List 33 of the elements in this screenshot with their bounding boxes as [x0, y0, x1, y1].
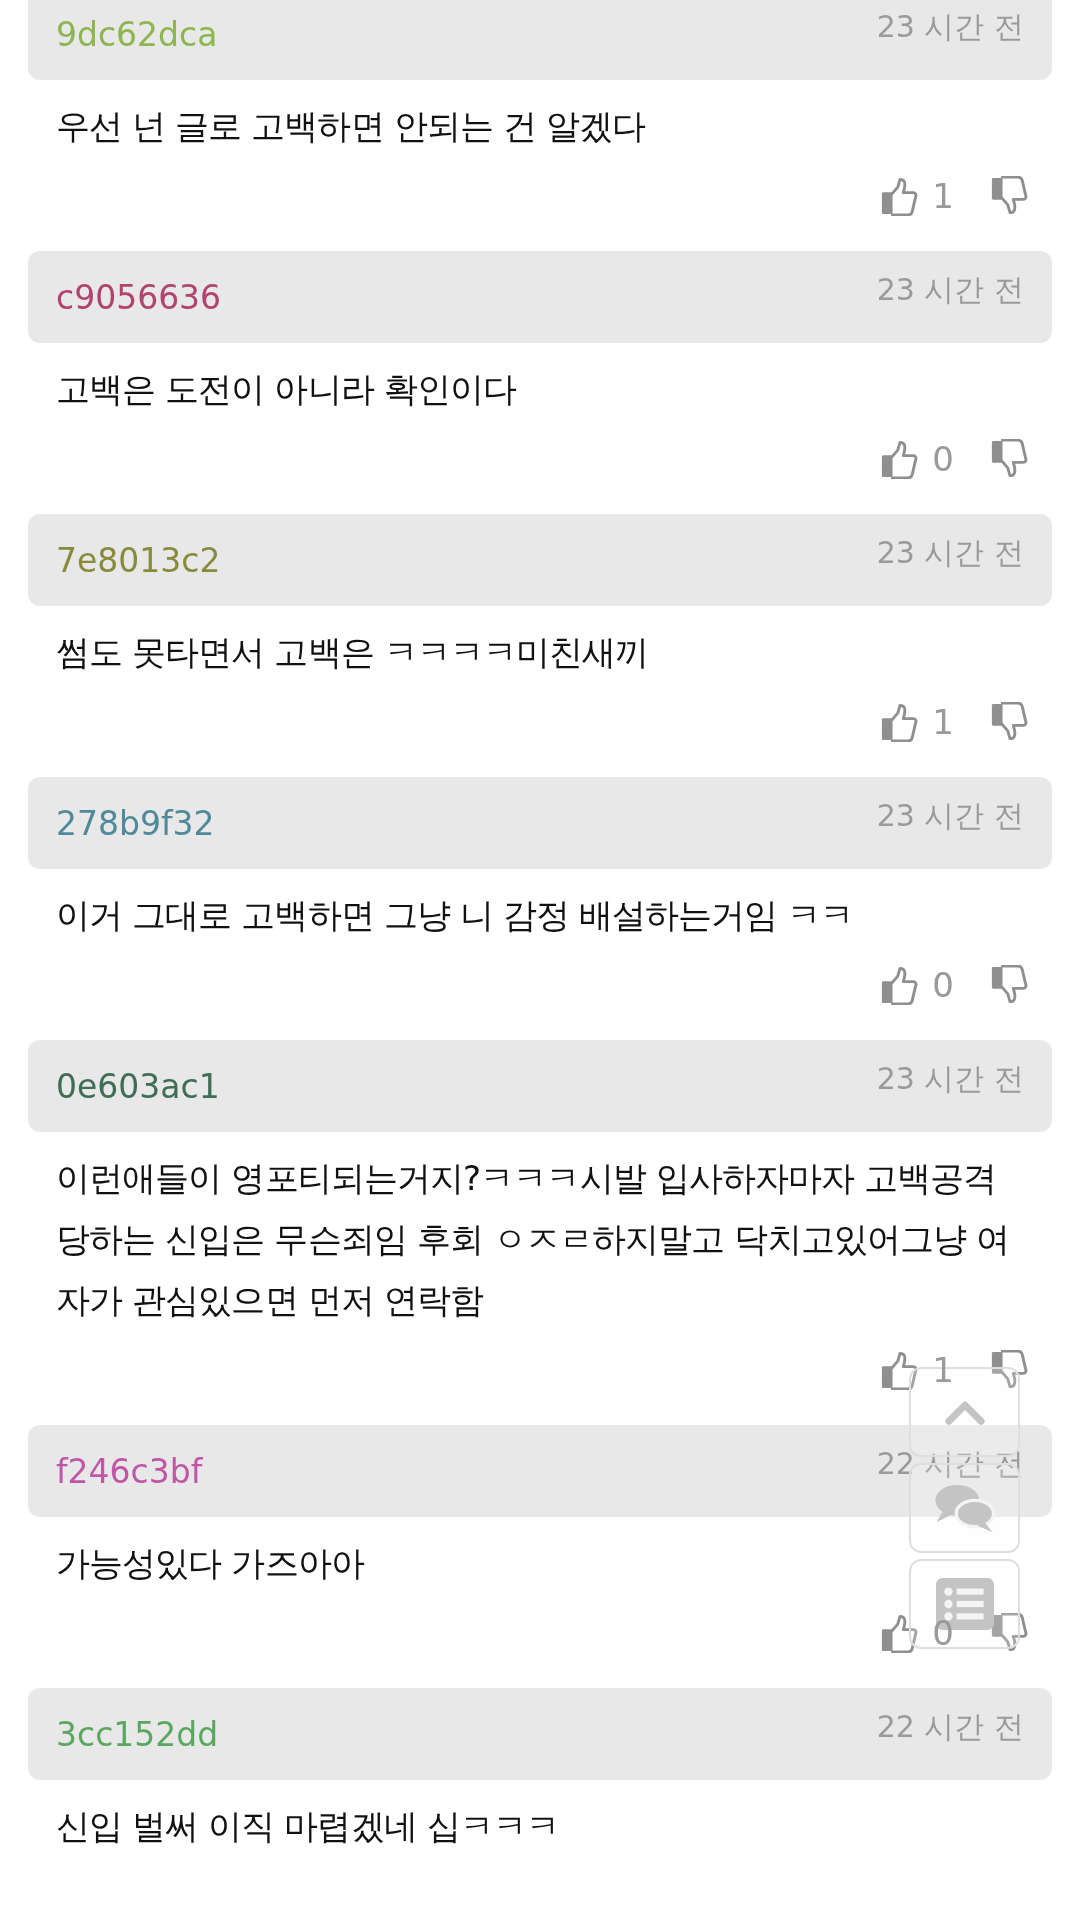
username[interactable]: 7e8013c2 — [56, 540, 221, 580]
comment-text: 가능성있다 가즈아아 — [55, 1542, 365, 1585]
list-button[interactable] — [909, 1559, 1020, 1649]
like-count: 0 — [932, 439, 954, 479]
comment-text: 이거 그대로 고백하면 그냥 니 감정 배설하는거임 ㅋㅋ — [55, 894, 855, 937]
timestamp: 22 시간 전 — [876, 1707, 1024, 1746]
thumbs-down-icon[interactable] — [990, 965, 1030, 1005]
like-count: 1 — [932, 1350, 954, 1390]
like-count: 0 — [932, 965, 954, 1005]
username[interactable]: c9056636 — [56, 277, 222, 317]
thumbs-down-icon[interactable] — [990, 1613, 1030, 1653]
timestamp: 23 시간 전 — [876, 270, 1024, 309]
username[interactable]: 278b9f32 — [56, 803, 215, 843]
timestamp: 23 시간 전 — [876, 533, 1024, 572]
comment-text: 우선 넌 글로 고백하면 안되는 건 알겠다 — [55, 105, 647, 148]
timestamp: 23 시간 전 — [876, 796, 1024, 835]
thumbs-down-icon[interactable] — [990, 176, 1030, 216]
comment-text: 썸도 못타면서 고백은 ㅋㅋㅋㅋ미친새끼 — [55, 631, 650, 674]
timestamp: 23 시간 전 — [876, 7, 1024, 46]
thumbs-down-icon[interactable] — [990, 702, 1030, 742]
like-count: 0 — [932, 1613, 954, 1653]
username[interactable]: 0e603ac1 — [56, 1066, 220, 1106]
timestamp: 23 시간 전 — [876, 1059, 1024, 1098]
username[interactable]: 3cc152dd — [56, 1714, 219, 1754]
thumbs-down-icon[interactable] — [990, 1350, 1030, 1390]
like-count: 1 — [932, 176, 954, 216]
username[interactable]: f246c3bf — [56, 1451, 203, 1491]
username[interactable]: 9dc62dca — [56, 14, 218, 54]
comment-text: 신입 벌써 이직 마렵겠네 십ㅋㅋㅋ — [55, 1805, 561, 1848]
comment-text: 고백은 도전이 아니라 확인이다 — [55, 368, 518, 411]
comment-text: 이런애들이 영포티되는거지?ㅋㅋㅋ시발 입사하자마자 고백공격 당하는 신입은 무슨죄임 후회 ㅇㅈㄹ하지말고 닥치고있어그냥 여자가 관심있으면 먼저 연락함 — [55, 1157, 1011, 1322]
thumbs-down-icon[interactable] — [990, 439, 1030, 479]
like-count: 1 — [932, 702, 954, 742]
